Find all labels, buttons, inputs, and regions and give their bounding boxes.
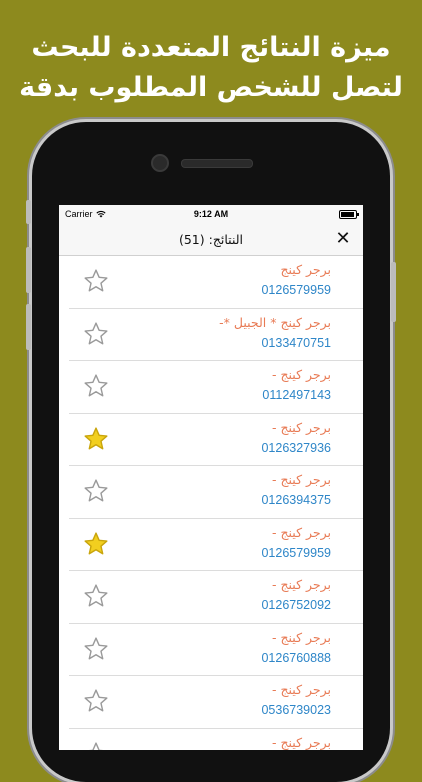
result-phone[interactable]: 0126579959	[261, 283, 331, 297]
star-outline-icon[interactable]	[83, 478, 109, 504]
result-row[interactable]: برجر كينج - 0126327936	[69, 414, 363, 466]
result-name: برجر كينج -	[271, 734, 331, 750]
status-time: 9:12 AM	[193, 209, 229, 219]
front-camera	[151, 154, 169, 172]
nav-bar: النتائج: (51) ✕	[59, 223, 363, 256]
result-row[interactable]: برجر كينج - 0536739023	[69, 676, 363, 729]
star-outline-icon[interactable]	[83, 636, 109, 662]
result-phone[interactable]: 0126760888	[261, 651, 331, 665]
result-name: برجر كينج -	[271, 682, 331, 697]
result-name: برجر كينج -	[271, 472, 331, 487]
result-name: برجر كينج -	[271, 367, 331, 382]
result-row[interactable]: برجر كينج -	[69, 729, 363, 751]
star-outline-icon[interactable]	[83, 373, 109, 399]
star-filled-icon[interactable]	[83, 531, 109, 557]
star-outline-icon[interactable]	[83, 268, 109, 294]
results-list: برجر كينج 0126579959 برجر كينج * الجبيل *-…	[59, 256, 363, 750]
result-name: برجر كينج -	[271, 629, 331, 645]
app-screen: Carrier 9:12 AM النتائج: (51) ✕ برجر كين…	[59, 205, 363, 750]
star-outline-icon[interactable]	[83, 583, 109, 609]
result-phone[interactable]: 0112497143	[262, 388, 331, 402]
result-phone[interactable]: 0126327936	[261, 441, 331, 455]
star-outline-icon[interactable]	[83, 688, 109, 714]
volume-down-button	[26, 304, 31, 350]
star-outline-icon[interactable]	[83, 321, 109, 347]
result-name: برجر كينج -	[271, 524, 331, 540]
result-phone[interactable]: 0126394375	[261, 493, 331, 507]
result-row[interactable]: برجر كينج - 0126752092	[69, 571, 363, 624]
result-row[interactable]: برجر كينج - 0112497143	[69, 361, 363, 414]
result-name: برجر كينج -	[271, 577, 331, 592]
power-button	[391, 262, 396, 322]
close-button[interactable]: ✕	[333, 229, 353, 249]
star-outline-icon[interactable]	[83, 741, 109, 751]
result-phone[interactable]: 0133470751	[261, 336, 331, 350]
result-name: برجر كينج -	[271, 419, 331, 435]
promo-line-1: ميزة النتائج المتعددة للبحث	[31, 32, 391, 63]
earpiece-speaker	[181, 159, 253, 168]
promo-heading: ميزة النتائج المتعددة للبحث لتصل للشخص ا…	[0, 28, 422, 108]
result-row[interactable]: برجر كينج - 0126579959	[69, 519, 363, 571]
results-title: النتائج: (51)	[178, 231, 244, 247]
volume-up-button	[26, 247, 31, 293]
result-row[interactable]: برجر كينج * الجبيل *- 0133470751	[69, 309, 363, 361]
result-row[interactable]: برجر كينج - 0126394375	[69, 466, 363, 519]
result-row[interactable]: برجر كينج 0126579959	[69, 256, 363, 309]
result-phone[interactable]: 0126579959	[261, 546, 331, 560]
mute-switch	[26, 200, 31, 224]
phone-frame: Carrier 9:12 AM النتائج: (51) ✕ برجر كين…	[26, 122, 396, 782]
battery-icon	[339, 209, 359, 219]
status-bar: Carrier 9:12 AM	[59, 205, 363, 223]
result-name: برجر كينج	[280, 262, 331, 277]
result-phone[interactable]: 0126752092	[261, 598, 331, 612]
result-row[interactable]: برجر كينج - 0126760888	[69, 624, 363, 676]
promo-line-2: لتصل للشخص المطلوب بدقة	[19, 72, 403, 103]
star-filled-icon[interactable]	[83, 426, 109, 452]
result-phone[interactable]: 0536739023	[261, 703, 331, 717]
result-name: برجر كينج * الجبيل *-	[219, 314, 331, 330]
